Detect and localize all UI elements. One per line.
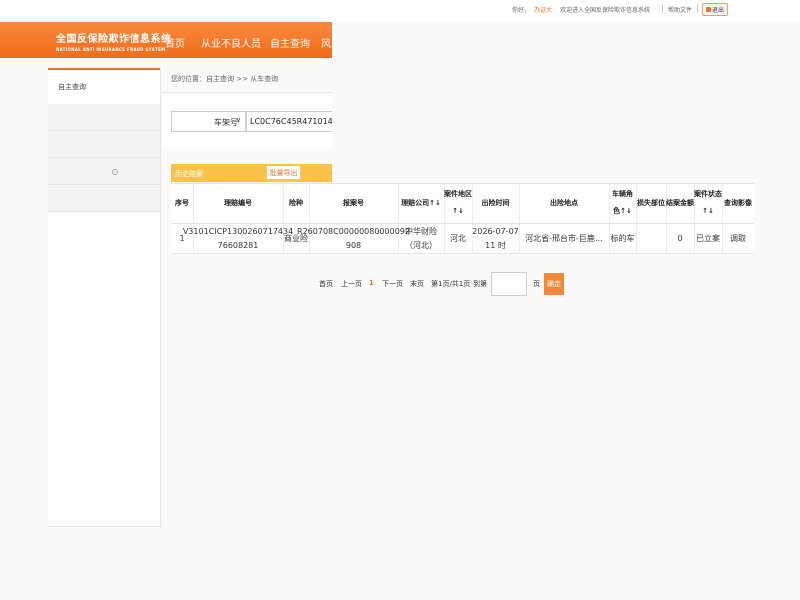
help-link[interactable]: 帮助文件 (668, 5, 692, 14)
cell-vehicle-role: 标的车 (610, 233, 635, 243)
view-image-link[interactable]: 调取 (722, 224, 754, 253)
prev-page-link[interactable]: 上一页 (341, 279, 362, 289)
col-header-vehicle-role[interactable]: 车辆角色↑↓ (609, 183, 636, 223)
cell-damage-part (636, 224, 666, 253)
logout-icon (705, 7, 711, 12)
cell-company: 中华财险（河北） (405, 226, 437, 250)
vin-input[interactable]: LC0C76C45R4710145 (246, 111, 332, 132)
sidebar-title: 自主查询 (58, 83, 86, 91)
page-info: 第1页/共1页 (431, 280, 471, 288)
col-header-damage-part: 损失部位 (637, 198, 665, 207)
search-type-select[interactable]: 车架号 ∨ (171, 111, 246, 132)
nav-bad-personnel[interactable]: 从业不良人员 (201, 35, 261, 50)
breadcrumb: 您的位置：自主查询 >> 从车查询 (171, 75, 279, 83)
separator (697, 4, 698, 13)
cell-accident-place: 河北省-邢台市-巨鹿… (525, 233, 603, 243)
separator (662, 4, 663, 13)
cell-claim-no: V3101CICP1300260717434 76608281 (182, 226, 294, 250)
nav-risk[interactable]: 风 (321, 35, 331, 50)
welcome-text: 欢迎进入全国反保险欺诈信息系统 (560, 7, 651, 14)
username: 办证大 (534, 7, 553, 14)
col-header-settle-amount: 结案金额 (666, 198, 694, 207)
page-suffix: 页 (533, 280, 540, 288)
nav-self-query[interactable]: 自主查询 (270, 35, 310, 50)
nav-home[interactable]: 首页 (165, 35, 185, 50)
goto-label: 到第 (473, 280, 487, 288)
top-bar: 你好， 办证大 欢迎进入全国反保险欺诈信息系统 帮助文件 退出 (0, 0, 800, 22)
row-divider (171, 253, 754, 254)
sidebar-header: 自主查询 (48, 68, 160, 102)
sidebar: 自主查询 (48, 68, 161, 527)
next-page-link[interactable]: 下一页 (382, 279, 403, 289)
first-page-link[interactable]: 首页 (319, 279, 333, 289)
cell-accident-time: 2026-07-07 11 时 (472, 226, 519, 250)
logout-button[interactable]: 退出 (702, 3, 728, 16)
col-header-image: 查询影像 (724, 198, 752, 207)
results-bar: 历史赔案 (171, 164, 332, 182)
welcome-prefix: 你好， (512, 7, 531, 14)
col-header-accident-place: 出险地点 (550, 198, 578, 207)
chevron-down-icon: ∨ (235, 116, 241, 124)
radio-icon (112, 169, 118, 175)
col-header-claim-no: 理赔编号 (224, 198, 252, 207)
col-header-accident-time: 出险时间 (481, 198, 510, 207)
logo: 全国反保险欺诈信息系统 NATIONAL ANTI INSURANCE FRAU… (56, 30, 172, 52)
goto-confirm-button[interactable]: 确定 (544, 273, 564, 295)
col-header-region[interactable]: 案件地区↑↓ (444, 183, 472, 223)
cell-report-no: R260708C00000080000092 908 (297, 226, 410, 250)
col-header-insurance-type: 险种 (289, 198, 303, 207)
results-title: 历史赔案 (175, 170, 203, 178)
logout-label: 退出 (711, 7, 724, 14)
sidebar-item[interactable] (48, 185, 160, 212)
last-page-link[interactable]: 末页 (410, 279, 424, 289)
sidebar-item[interactable] (48, 131, 160, 158)
logo-subtitle: NATIONAL ANTI INSURANCE FRAUD SYSTEM (56, 47, 166, 52)
col-header-report-no: 报案号 (343, 198, 364, 207)
cell-settle-amount: 0 (677, 233, 683, 243)
logo-title: 全国反保险欺诈信息系统 (56, 34, 172, 45)
cell-status: 已立案 (696, 233, 720, 243)
sidebar-item[interactable] (48, 104, 160, 131)
current-page[interactable]: 1 (369, 279, 374, 287)
sidebar-item[interactable] (48, 158, 160, 185)
page-number-input[interactable] (491, 272, 527, 296)
batch-export-button[interactable]: 批量导出 (266, 165, 301, 180)
main-header: 全国反保险欺诈信息系统 NATIONAL ANTI INSURANCE FRAU… (0, 22, 332, 58)
col-header-company[interactable]: 理赔公司↑↓ (398, 183, 444, 223)
cell-region: 河北 (450, 233, 466, 243)
search-type-value: 车架号 (214, 118, 238, 127)
col-header-index: 序号 (175, 198, 189, 207)
col-header-status[interactable]: 案件状态↑↓ (694, 183, 722, 223)
